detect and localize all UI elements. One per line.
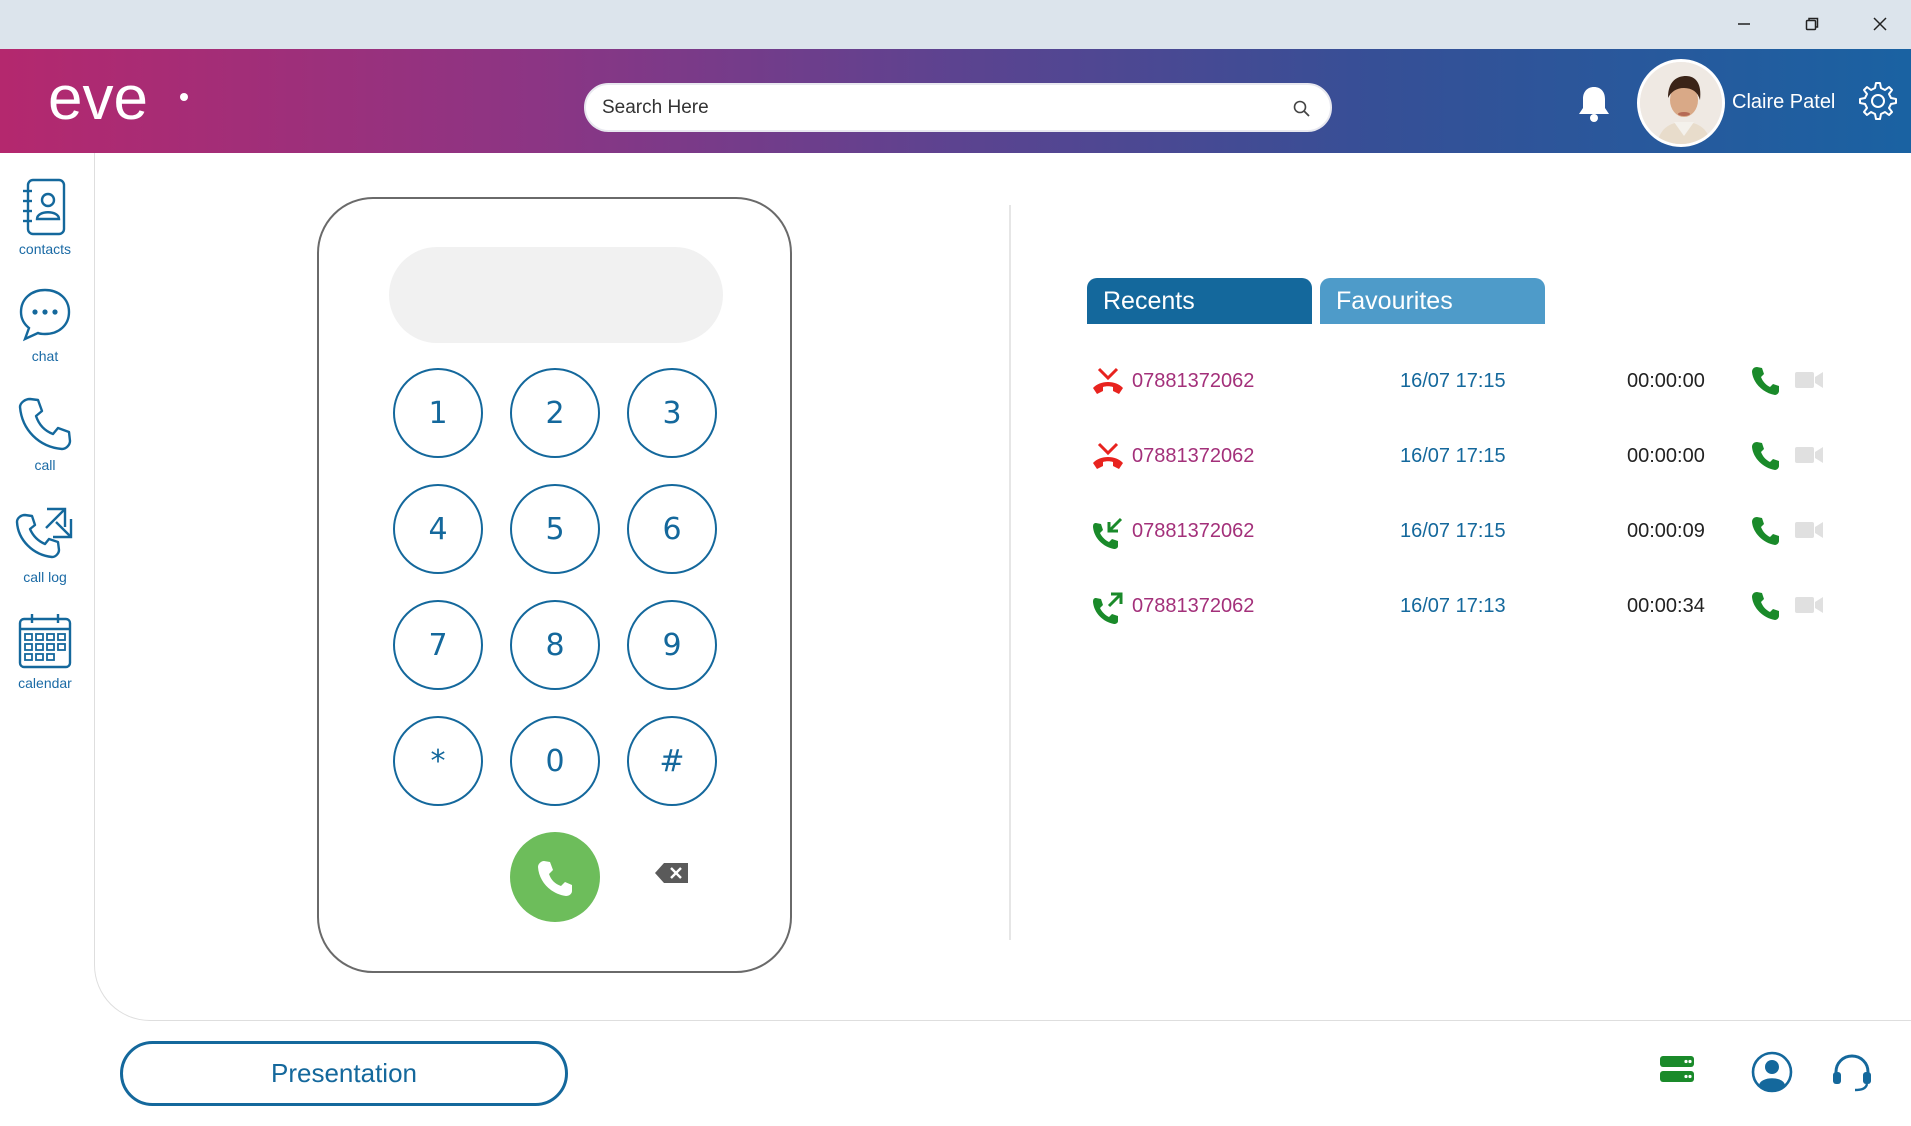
key-9[interactable]: 9 [627, 600, 717, 690]
recent-duration: 00:00:00 [1627, 370, 1705, 392]
sidebar-item-chat[interactable]: chat [0, 286, 90, 364]
sidebar-label-call: call [34, 457, 56, 473]
call-log-icon [15, 507, 73, 559]
user-name[interactable]: Claire Patel [1732, 91, 1835, 114]
minimize-icon [1738, 23, 1750, 25]
sidebar-item-call[interactable]: call [0, 395, 90, 473]
settings-gear-icon[interactable] [1856, 79, 1900, 123]
restore-button[interactable] [1788, 8, 1836, 40]
sidebar-item-call-log[interactable]: call log [0, 503, 90, 585]
recent-call-row[interactable]: 07881372062 16/07 17:15 00:00:09 [1090, 512, 1830, 552]
recent-number[interactable]: 07881372062 [1132, 520, 1254, 543]
video-call-icon[interactable] [1794, 595, 1824, 615]
minimize-button[interactable] [1720, 8, 1768, 40]
chat-bubble-icon [19, 288, 71, 342]
recent-duration: 00:00:09 [1627, 520, 1705, 542]
close-button[interactable] [1856, 8, 1904, 40]
support-headset-icon[interactable] [1830, 1050, 1874, 1094]
key-3[interactable]: 3 [627, 368, 717, 458]
tab-recents[interactable]: Recents [1087, 278, 1312, 324]
dial-number-display[interactable] [389, 247, 723, 343]
incoming-call-icon [1093, 517, 1123, 549]
recent-number[interactable]: 07881372062 [1132, 370, 1254, 393]
sidebar-label-chat: chat [31, 348, 59, 364]
call-back-icon[interactable] [1750, 364, 1782, 396]
call-back-icon[interactable] [1750, 589, 1782, 621]
presentation-button[interactable]: Presentation [120, 1041, 568, 1106]
video-call-icon[interactable] [1794, 520, 1824, 540]
app-header: eve Search Here Claire Patel [0, 49, 1911, 153]
key-8[interactable]: 8 [510, 600, 600, 690]
outgoing-call-icon [1093, 592, 1123, 624]
backspace-icon[interactable] [654, 861, 690, 885]
panel-divider [1009, 205, 1011, 940]
server-status-icon[interactable] [1658, 1050, 1696, 1088]
sidebar-item-contacts[interactable]: contacts [0, 177, 90, 257]
search-input[interactable]: Search Here [602, 97, 709, 119]
recent-call-row[interactable]: 07881372062 16/07 17:15 00:00:00 [1090, 362, 1830, 402]
dial-call-button[interactable] [510, 832, 600, 922]
sidebar-item-calendar[interactable]: calendar [0, 611, 90, 691]
recent-duration: 00:00:34 [1627, 595, 1705, 617]
recent-call-row[interactable]: 07881372062 16/07 17:15 00:00:00 [1090, 437, 1830, 477]
missed-call-icon [1093, 367, 1123, 394]
notification-bell-icon[interactable] [1576, 83, 1612, 123]
contacts-book-icon [23, 178, 66, 236]
call-back-icon[interactable] [1750, 439, 1782, 471]
user-profile-icon[interactable] [1750, 1050, 1794, 1094]
phone-icon [18, 397, 72, 451]
calendar-icon [18, 614, 72, 669]
missed-call-icon [1093, 442, 1123, 469]
key-0[interactable]: 0 [510, 716, 600, 806]
search-bar[interactable]: Search Here [584, 83, 1332, 132]
recent-number[interactable]: 07881372062 [1132, 445, 1254, 468]
key-2[interactable]: 2 [510, 368, 600, 458]
recent-time: 16/07 17:15 [1400, 520, 1506, 542]
dialpad-panel: 1 2 3 4 5 6 7 8 9 * 0 # [317, 197, 792, 973]
recent-time: 16/07 17:13 [1400, 595, 1506, 617]
video-call-icon[interactable] [1794, 370, 1824, 390]
eve-logo: eve [48, 64, 194, 133]
key-1[interactable]: 1 [393, 368, 483, 458]
restore-icon [1805, 17, 1819, 31]
recent-duration: 00:00:00 [1627, 445, 1705, 467]
call-back-icon[interactable] [1750, 514, 1782, 546]
logo-text: eve [48, 71, 148, 129]
sidebar-label-contacts: contacts [18, 241, 72, 257]
recent-time: 16/07 17:15 [1400, 445, 1506, 467]
tab-favourites[interactable]: Favourites [1320, 278, 1545, 324]
key-6[interactable]: 6 [627, 484, 717, 574]
close-icon [1873, 17, 1887, 31]
user-avatar[interactable] [1637, 59, 1725, 147]
sidebar-label-calendar: calendar [18, 675, 72, 691]
window-titlebar [0, 0, 1911, 49]
recent-call-row[interactable]: 07881372062 16/07 17:13 00:00:34 [1090, 587, 1830, 627]
video-call-icon[interactable] [1794, 445, 1824, 465]
sidebar-label-call-log: call log [23, 569, 67, 585]
search-icon[interactable] [1292, 99, 1312, 119]
sidebar: contacts chat call call log calendar [0, 153, 94, 1023]
phone-handset-icon [538, 861, 572, 896]
recent-time: 16/07 17:15 [1400, 370, 1506, 392]
key-5[interactable]: 5 [510, 484, 600, 574]
key-star[interactable]: * [393, 716, 483, 806]
key-4[interactable]: 4 [393, 484, 483, 574]
recent-number[interactable]: 07881372062 [1132, 595, 1254, 618]
key-7[interactable]: 7 [393, 600, 483, 690]
key-hash[interactable]: # [627, 716, 717, 806]
